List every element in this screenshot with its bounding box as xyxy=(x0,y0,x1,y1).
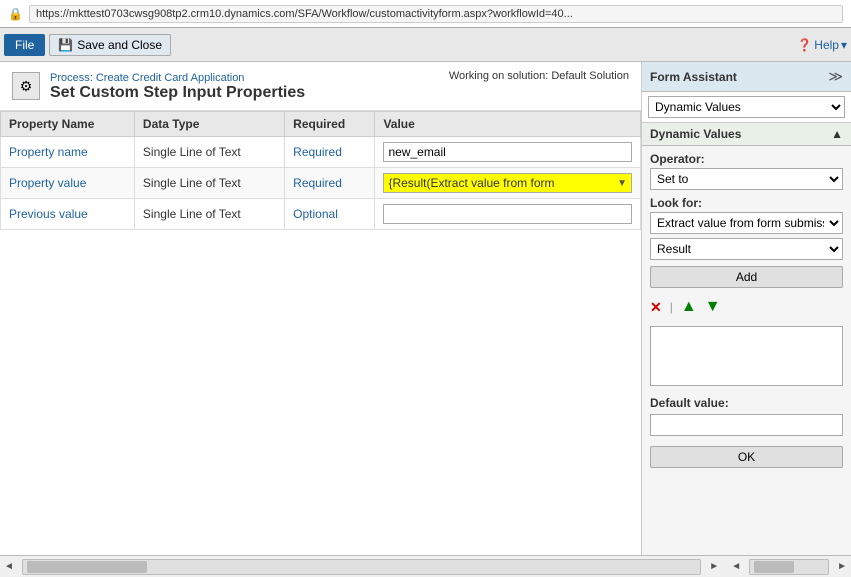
col-value: Value xyxy=(375,112,641,137)
value-input-3[interactable] xyxy=(383,204,632,224)
required-3: Optional xyxy=(293,207,338,221)
process-link[interactable]: Process: Create Credit Card Application xyxy=(50,72,244,84)
status-bar: ◄ ► ◄ ► xyxy=(0,555,851,577)
default-value-section: Default value: xyxy=(650,396,843,436)
data-type-2: Single Line of Text xyxy=(134,168,284,199)
page-header: ⚙ Process: Create Credit Card Applicatio… xyxy=(0,62,641,111)
save-icon: 💾 xyxy=(58,38,73,52)
property-name-1: Property name xyxy=(9,145,88,159)
property-name-3: Previous value xyxy=(9,207,88,221)
separator-1: | xyxy=(670,300,673,314)
values-list-box[interactable] xyxy=(650,326,843,386)
page-icon: ⚙ xyxy=(12,72,40,100)
ok-button[interactable]: OK xyxy=(650,446,843,468)
data-type-1: Single Line of Text xyxy=(134,137,284,168)
scroll-right-panel-left[interactable]: ◄ xyxy=(727,561,745,572)
dynamic-values-section-title: Dynamic Values xyxy=(650,127,741,141)
dynamic-dropdown-arrow[interactable]: ▼ xyxy=(617,178,627,189)
left-panel: ⚙ Process: Create Credit Card Applicatio… xyxy=(0,62,641,555)
default-value-label: Default value: xyxy=(650,396,843,410)
help-icon: ❓ xyxy=(797,38,812,52)
col-property-name: Property Name xyxy=(1,112,135,137)
operator-section: Operator: Set to xyxy=(650,152,843,190)
form-assistant-header: Form Assistant ≫ xyxy=(642,62,851,92)
collapse-icon[interactable]: ▲ xyxy=(831,127,843,141)
col-required: Required xyxy=(285,112,375,137)
right-panel-scrollbar[interactable] xyxy=(749,559,829,575)
form-assistant-title: Form Assistant xyxy=(650,70,737,84)
action-icons: ✕ | ▲ ▼ xyxy=(650,294,843,320)
address-bar: 🔒 https://mkttest0703cwsg908tp2.crm10.dy… xyxy=(0,0,851,28)
scroll-right-panel-right[interactable]: ► xyxy=(833,561,851,572)
delete-icon[interactable]: ✕ xyxy=(650,299,662,316)
form-assistant-panel: Form Assistant ≫ Dynamic Values Dynamic … xyxy=(641,62,851,555)
required-2: Required xyxy=(293,176,342,190)
dynamic-values-row: Dynamic Values xyxy=(642,92,851,123)
scroll-left-arrow[interactable]: ◄ xyxy=(0,561,18,572)
assistant-body: Operator: Set to Look for: Extract value… xyxy=(642,146,851,555)
table-container: Property Name Data Type Required Value P… xyxy=(0,111,641,555)
save-close-button[interactable]: 💾 Save and Close xyxy=(49,34,171,56)
required-1: Required xyxy=(293,145,342,159)
value-input-1[interactable] xyxy=(383,142,632,162)
dynamic-values-select[interactable]: Dynamic Values xyxy=(648,96,845,118)
solution-text: Working on solution: Default Solution xyxy=(449,70,629,82)
scrollbar-thumb xyxy=(27,561,147,573)
right-scrollbar-thumb xyxy=(754,561,794,573)
add-button[interactable]: Add xyxy=(650,266,843,288)
horizontal-scrollbar[interactable] xyxy=(22,559,701,575)
default-value-input[interactable] xyxy=(650,414,843,436)
toolbar: File 💾 Save and Close ❓ Help ▾ xyxy=(0,28,851,62)
main-content: ⚙ Process: Create Credit Card Applicatio… xyxy=(0,62,851,555)
col-data-type: Data Type xyxy=(134,112,284,137)
result-select[interactable]: Result xyxy=(650,238,843,260)
move-down-icon[interactable]: ▼ xyxy=(705,298,721,316)
page-header-text: Process: Create Credit Card Application … xyxy=(50,70,439,102)
page-title: Set Custom Step Input Properties xyxy=(50,84,439,102)
operator-select[interactable]: Set to xyxy=(650,168,843,190)
table-row: Property value Single Line of Text Requi… xyxy=(1,168,641,199)
look-for-label: Look for: xyxy=(650,196,843,210)
operator-label: Operator: xyxy=(650,152,843,166)
look-for-section: Look for: Extract value from form submis… xyxy=(650,196,843,260)
lock-icon: 🔒 xyxy=(8,7,23,21)
url-text[interactable]: https://mkttest0703cwsg908tp2.crm10.dyna… xyxy=(29,5,843,23)
table-row: Previous value Single Line of Text Optio… xyxy=(1,199,641,230)
move-up-icon[interactable]: ▲ xyxy=(681,298,697,316)
expand-icon[interactable]: ≫ xyxy=(828,68,843,85)
property-name-2: Property value xyxy=(9,176,86,190)
file-button[interactable]: File xyxy=(4,34,45,56)
scroll-right-arrow[interactable]: ► xyxy=(705,561,723,572)
table-row: Property name Single Line of Text Requir… xyxy=(1,137,641,168)
dynamic-value-field[interactable]: {Result(Extract value from form ▼ xyxy=(383,173,632,193)
data-type-3: Single Line of Text xyxy=(134,199,284,230)
dynamic-values-section: Dynamic Values ▲ xyxy=(642,123,851,146)
dynamic-value-text: {Result(Extract value from form xyxy=(388,176,554,190)
properties-table: Property Name Data Type Required Value P… xyxy=(0,111,641,230)
help-button[interactable]: ❓ Help ▾ xyxy=(797,38,847,52)
look-for-select[interactable]: Extract value from form submission xyxy=(650,212,843,234)
